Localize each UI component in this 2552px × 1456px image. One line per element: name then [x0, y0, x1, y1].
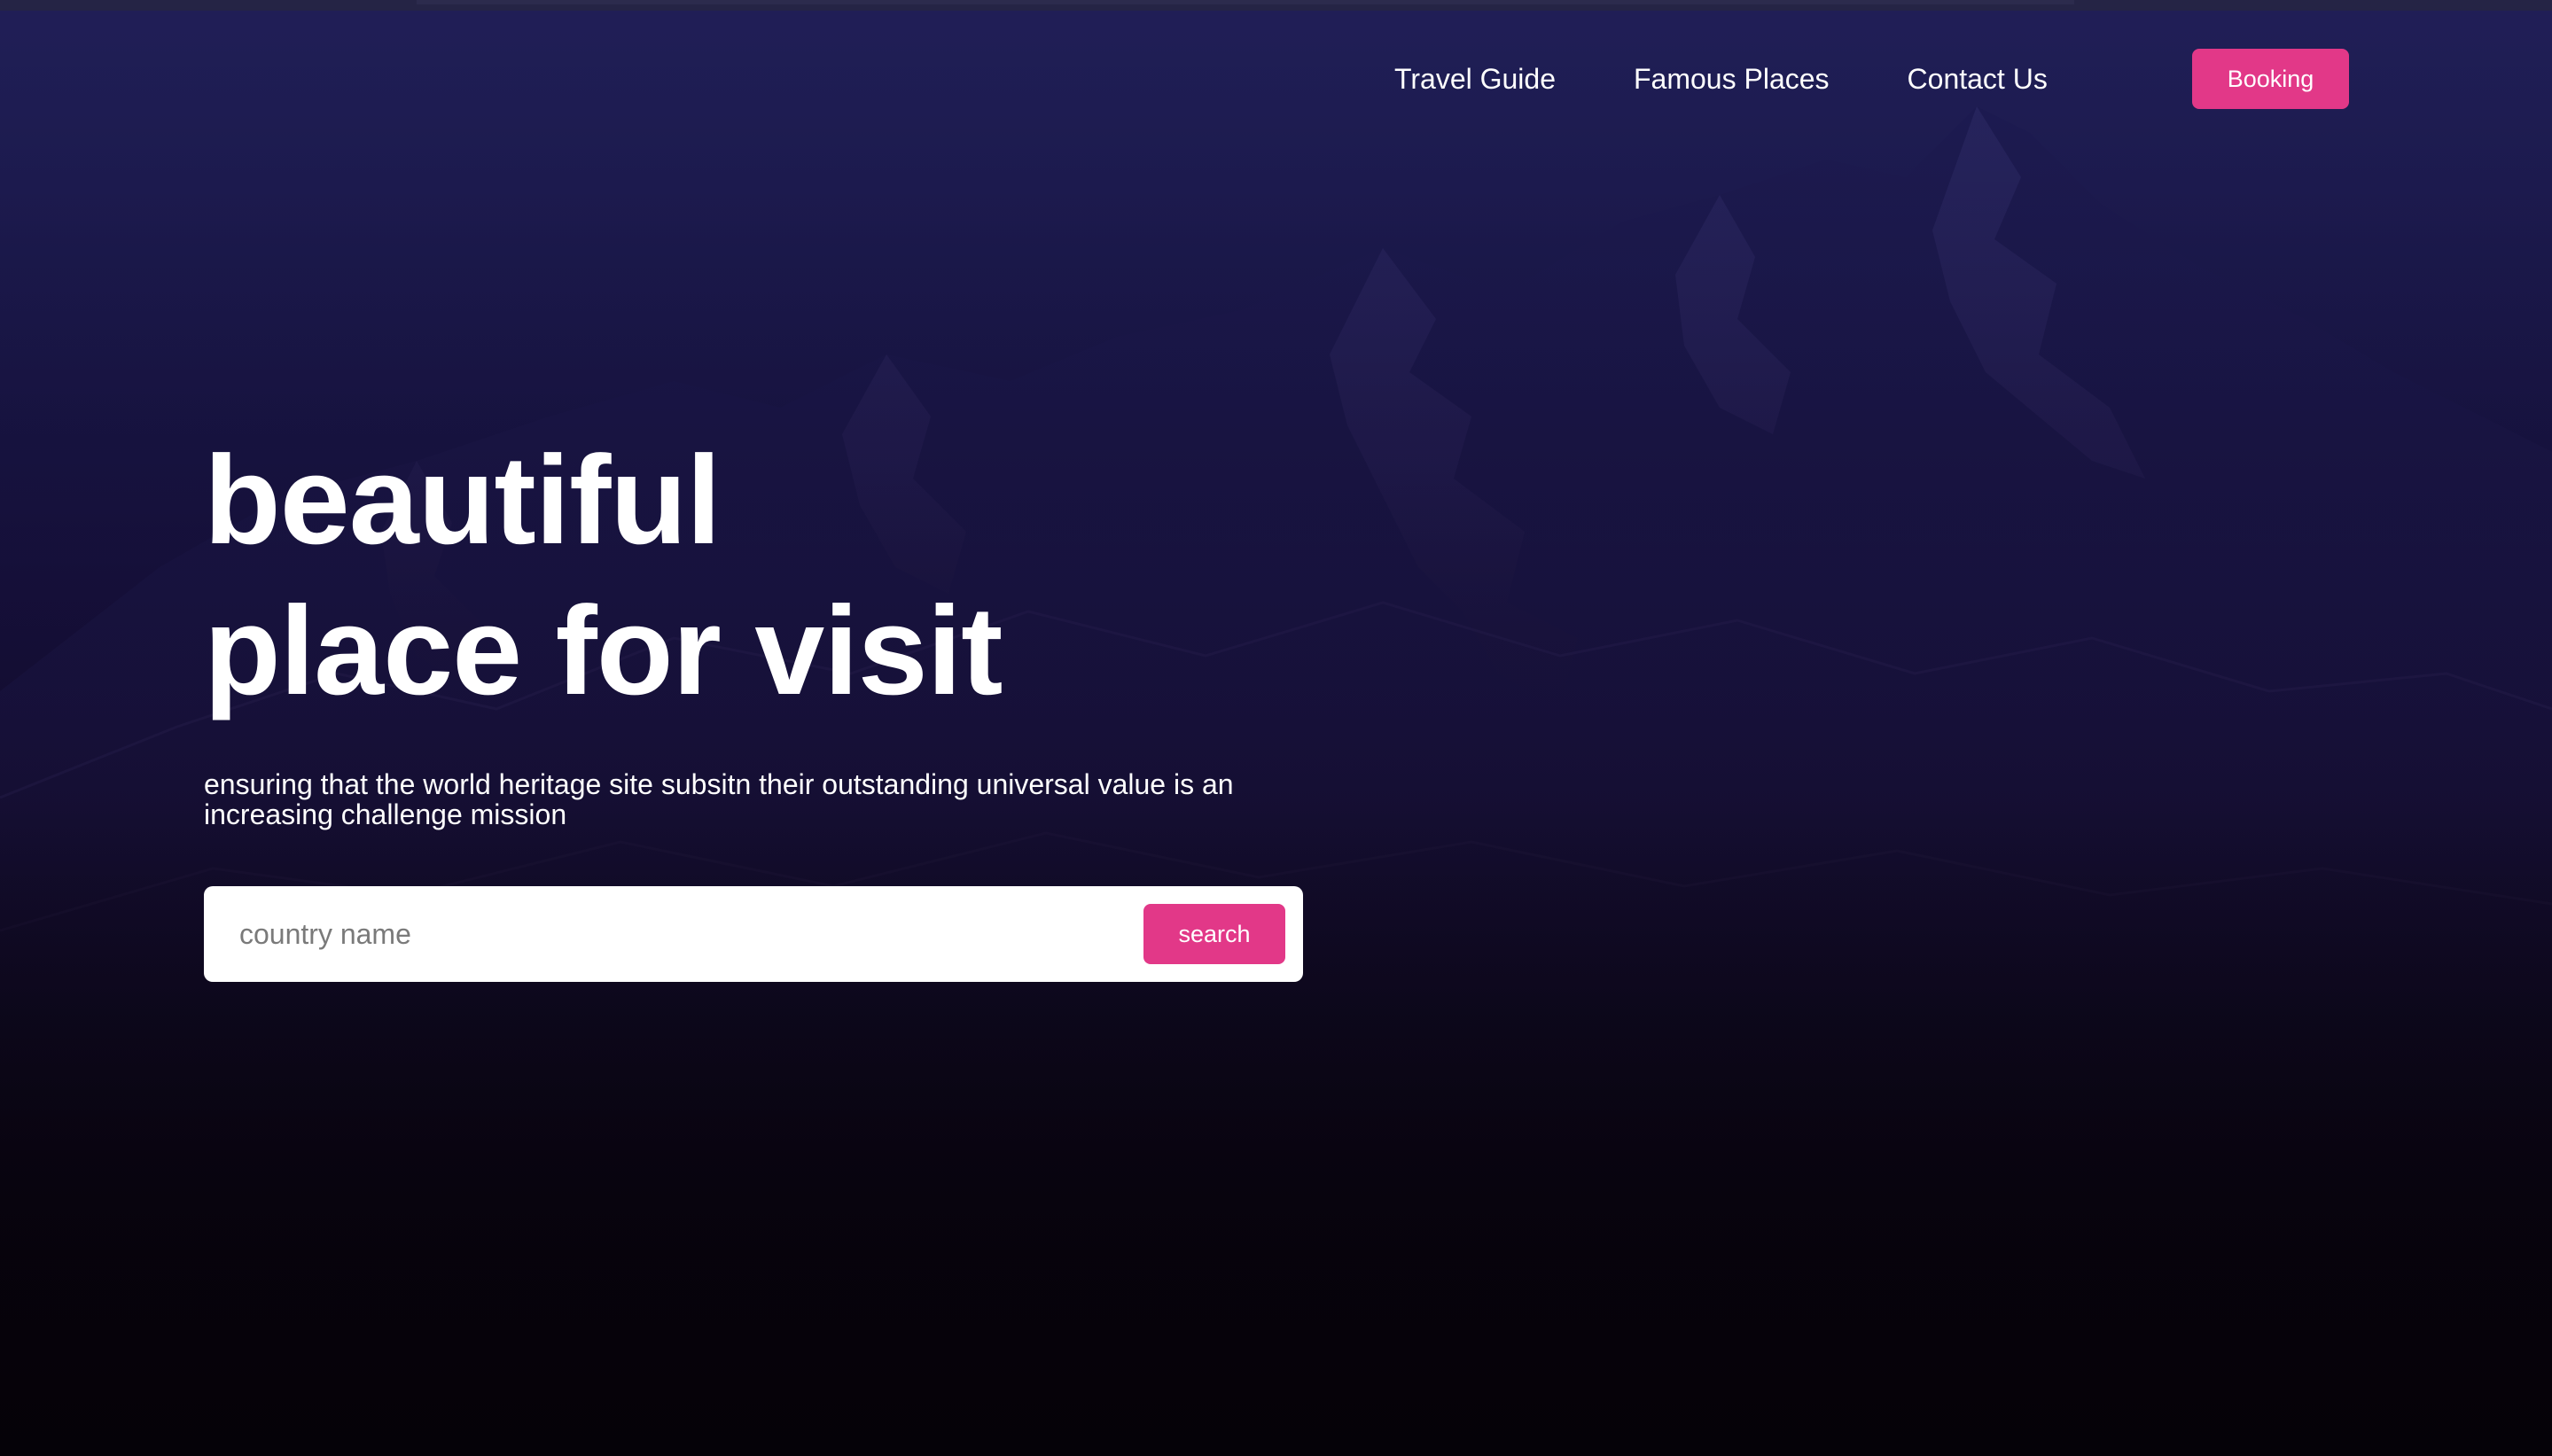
- hero-title: beautiful place for visit: [204, 425, 1003, 727]
- hero-title-line-1: beautiful: [204, 430, 722, 571]
- search-button[interactable]: search: [1143, 904, 1285, 964]
- nav-link-travel-guide[interactable]: Travel Guide: [1394, 63, 1556, 96]
- hero-title-line-2: place for visit: [204, 580, 1003, 721]
- hero-subtitle: ensuring that the world heritage site su…: [204, 768, 1234, 830]
- nav-link-famous-places[interactable]: Famous Places: [1634, 63, 1830, 96]
- search-input[interactable]: [238, 907, 1124, 961]
- search-bar: search: [204, 886, 1303, 982]
- background-overlay: [0, 0, 2552, 1456]
- main-navigation: Travel Guide Famous Places Contact Us: [1394, 49, 2048, 109]
- landing-page: Travel Guide Famous Places Contact Us Bo…: [0, 0, 2552, 1456]
- booking-button[interactable]: Booking: [2192, 49, 2349, 109]
- nav-link-contact-us[interactable]: Contact Us: [1908, 63, 2048, 96]
